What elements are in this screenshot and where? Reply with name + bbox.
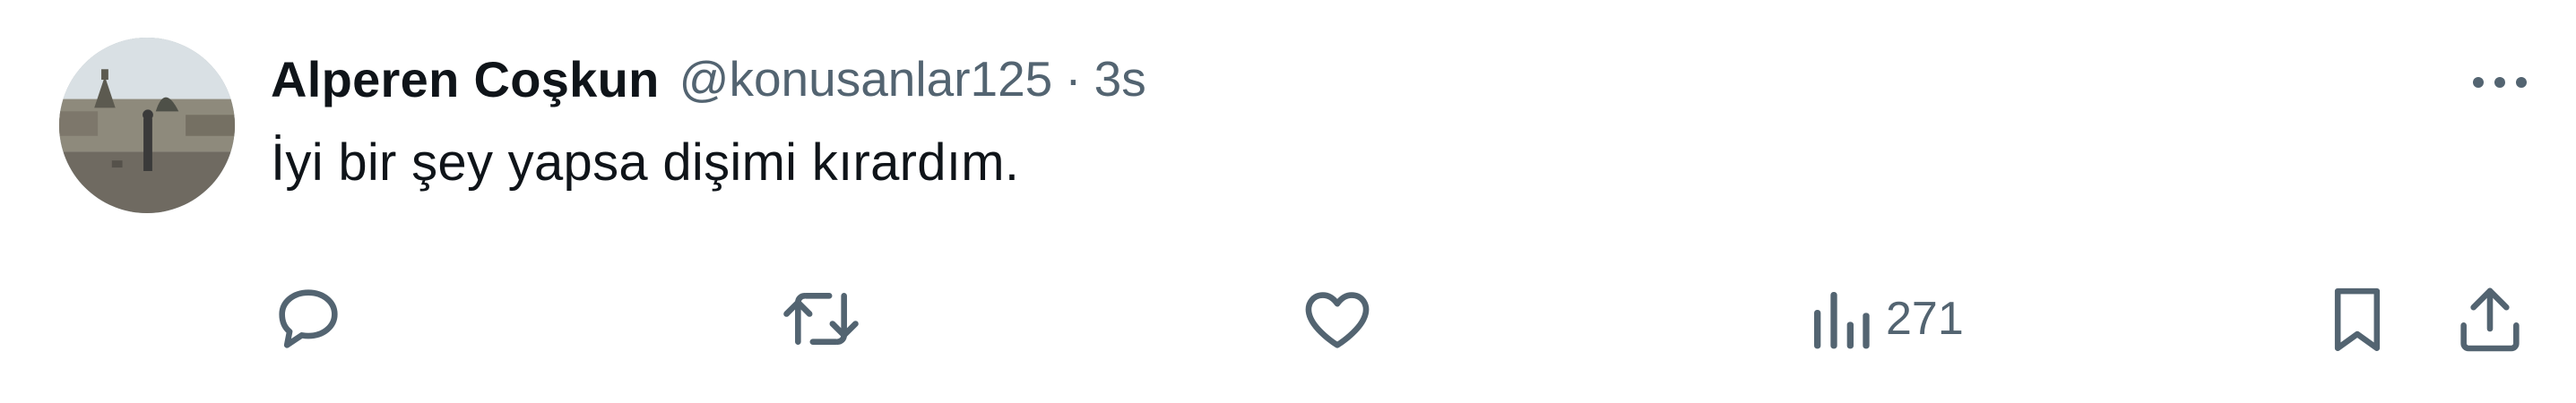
views-button[interactable]: 271 <box>1809 276 1964 362</box>
more-dots-icon <box>2473 77 2527 88</box>
reply-icon <box>279 289 338 348</box>
tweet-text: İyi bir şey yapsa dişimi kırardım. <box>271 133 1020 192</box>
separator-dot: · <box>1065 51 1082 107</box>
views-chart-icon <box>1814 292 1870 349</box>
retweet-button[interactable] <box>778 276 864 362</box>
timestamp[interactable]: 3s <box>1094 50 1146 107</box>
heart-icon <box>1305 292 1370 348</box>
share-icon <box>2460 287 2520 352</box>
more-options-button[interactable] <box>2459 47 2540 118</box>
views-count: 271 <box>1886 293 1964 345</box>
tweet-header: Alperen Coşkun @konusanlar125 · 3s <box>271 43 1146 115</box>
author-name[interactable]: Alperen Coşkun <box>271 50 660 108</box>
reply-button[interactable] <box>269 276 348 362</box>
bookmark-icon <box>2334 287 2381 351</box>
bookmark-button[interactable] <box>2321 276 2393 362</box>
author-handle[interactable]: @konusanlar125 <box>679 50 1053 107</box>
like-button[interactable] <box>1298 276 1377 362</box>
share-button[interactable] <box>2451 276 2529 362</box>
avatar[interactable] <box>59 38 235 213</box>
retweet-icon <box>783 293 859 345</box>
tweet[interactable]: Alperen Coşkun @konusanlar125 · 3s İyi b… <box>0 0 2576 403</box>
